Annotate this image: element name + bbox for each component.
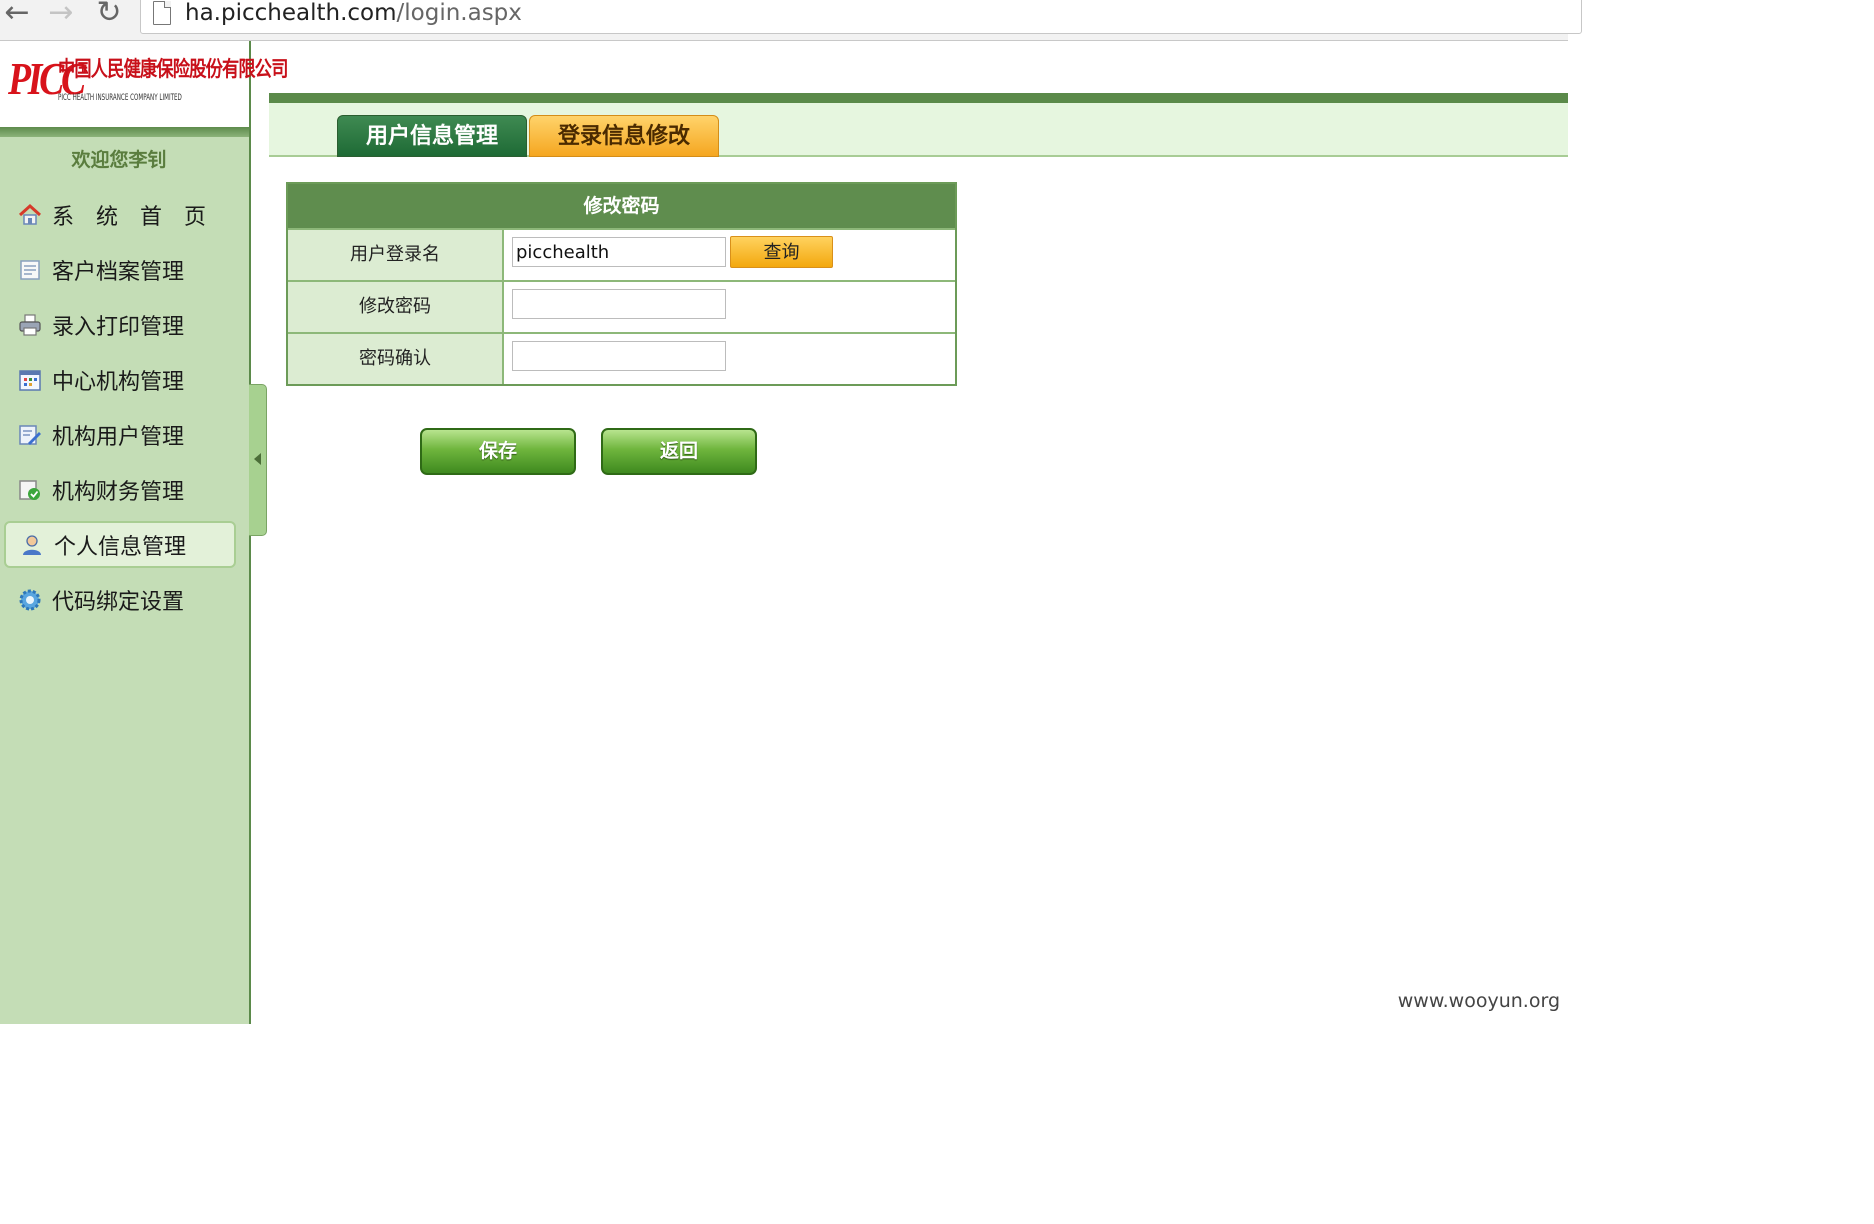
tab-user-info-management[interactable]: 用户信息管理 <box>337 115 527 157</box>
finance-check-icon <box>19 479 40 500</box>
sidebar-item-code-binding[interactable]: 代码绑定设置 <box>4 576 236 623</box>
username-input[interactable] <box>512 237 726 267</box>
reload-icon[interactable]: ↻ <box>92 0 126 30</box>
form-title: 修改密码 <box>288 184 955 228</box>
query-button[interactable]: 查询 <box>730 236 833 268</box>
form-row-confirm-password: 密码确认 <box>288 332 955 384</box>
collapse-arrow-icon <box>254 453 261 465</box>
logo-divider <box>0 127 249 137</box>
page-icon <box>153 1 171 25</box>
user-icon <box>23 534 41 555</box>
tab-login-info-edit[interactable]: 登录信息修改 <box>529 115 719 157</box>
sidebar-item-label: 代码绑定设置 <box>52 589 185 615</box>
gear-icon <box>19 589 41 610</box>
new-password-label: 修改密码 <box>288 282 504 332</box>
sidebar-item-label: 录入打印管理 <box>52 314 185 340</box>
watermark-text: www.wooyun.org <box>1397 990 1560 1012</box>
welcome-text: 欢迎您李钊 <box>71 149 167 171</box>
back-arrow-icon[interactable]: ← <box>0 0 34 30</box>
sidebar-item-label: 机构财务管理 <box>52 479 185 505</box>
sidebar-item-label: 机构用户管理 <box>52 424 185 450</box>
printer-icon <box>19 313 41 336</box>
browser-toolbar: ← → ↻ ha.picchealth.com/login.aspx <box>0 0 1582 41</box>
logo-company-name: 中国人民健康保险股份有限公司 <box>58 57 288 81</box>
sidebar-item-label: 个人信息管理 <box>54 534 187 560</box>
sidebar-item-personal-info[interactable]: 个人信息管理 <box>4 521 236 568</box>
sidebar-item-customer-records[interactable]: 客户档案管理 <box>4 246 236 293</box>
company-logo: PICC 中国人民健康保险股份有限公司 PICC HEALTH INSURANC… <box>0 41 288 127</box>
sidebar-item-org-users[interactable]: 机构用户管理 <box>4 411 236 458</box>
change-password-form: 修改密码 用户登录名 查询 修改密码 密码确认 <box>286 182 957 386</box>
sidebar-item-label: 客户档案管理 <box>52 259 185 285</box>
sidebar-item-input-print[interactable]: 录入打印管理 <box>4 301 236 348</box>
sidebar-collapse-toggle[interactable] <box>249 384 267 536</box>
tab-bar: 用户信息管理 登录信息修改 <box>269 103 1568 157</box>
edit-form-icon <box>19 424 41 445</box>
sidebar-item-label: 中心机构管理 <box>52 369 185 395</box>
form-row-new-password: 修改密码 <box>288 280 955 332</box>
new-password-input[interactable] <box>512 289 726 319</box>
home-icon <box>18 203 42 225</box>
forward-arrow-icon[interactable]: → <box>44 0 78 30</box>
confirm-password-input[interactable] <box>512 341 726 371</box>
sidebar-item-center-org[interactable]: 中心机构管理 <box>4 356 236 403</box>
address-bar[interactable]: ha.picchealth.com/login.aspx <box>140 0 1582 34</box>
sidebar-item-org-finance[interactable]: 机构财务管理 <box>4 466 236 513</box>
header-stripe <box>269 93 1568 103</box>
calendar-grid-icon <box>19 369 41 391</box>
sidebar: PICC 中国人民健康保险股份有限公司 PICC HEALTH INSURANC… <box>0 41 288 1024</box>
new-password-cell <box>504 282 955 332</box>
sidebar-item-label: 系 统 首 页 <box>52 204 207 230</box>
form-row-username: 用户登录名 查询 <box>288 228 955 280</box>
save-button[interactable]: 保存 <box>420 428 576 475</box>
confirm-password-cell <box>504 334 955 384</box>
document-icon <box>20 259 40 280</box>
logo-company-name-en: PICC HEALTH INSURANCE COMPANY LIMITED <box>58 93 182 103</box>
username-label: 用户登录名 <box>288 230 504 280</box>
username-cell: 查询 <box>504 230 955 280</box>
sidebar-menu: 系 统 首 页 客户档案管理 录入打印管理 中心机构管理 机构用户管理 机构财务… <box>4 191 236 631</box>
back-button[interactable]: 返回 <box>601 428 757 475</box>
confirm-password-label: 密码确认 <box>288 334 504 384</box>
sidebar-item-home[interactable]: 系 统 首 页 <box>4 191 236 238</box>
url-text: ha.picchealth.com/login.aspx <box>185 0 522 26</box>
